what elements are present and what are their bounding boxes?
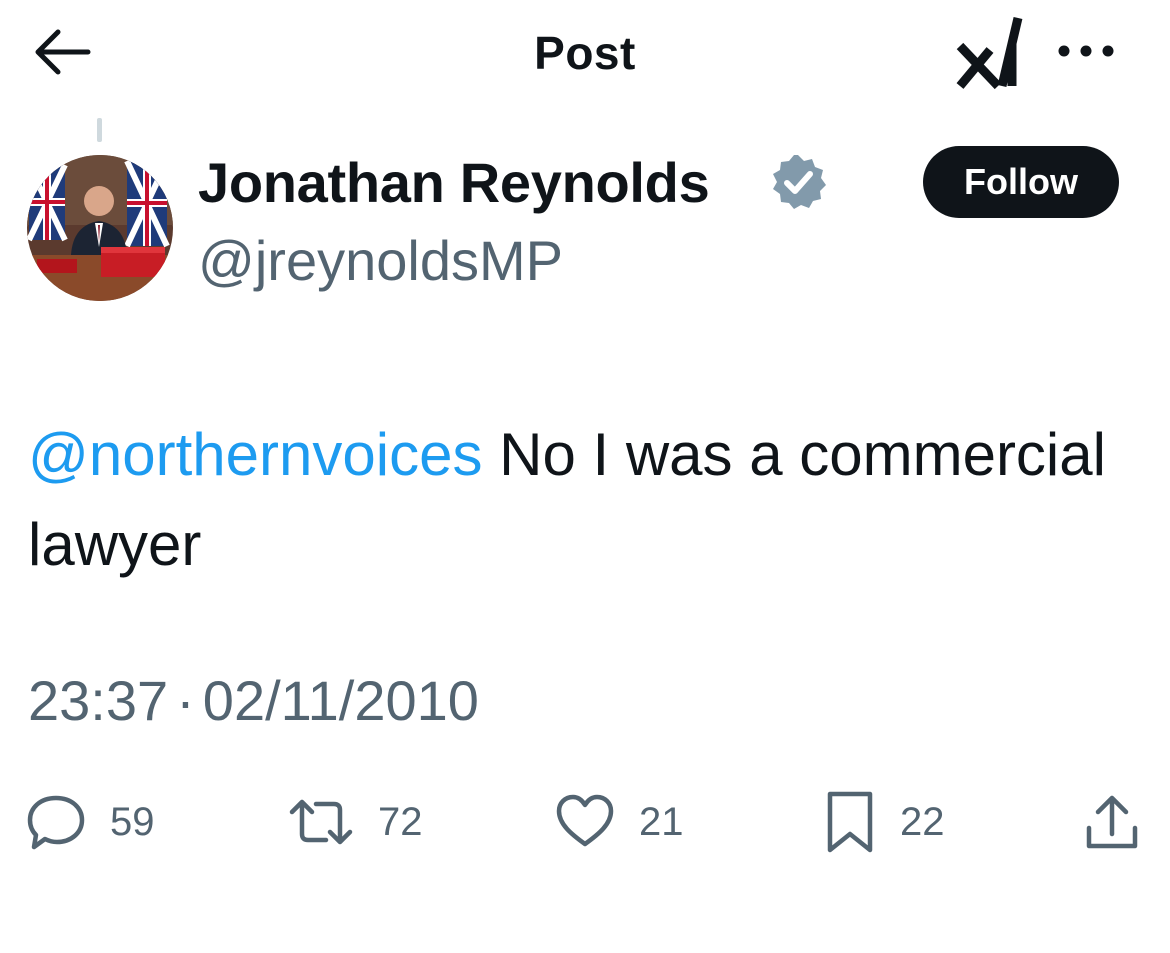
reply-icon — [27, 795, 85, 850]
reply-button[interactable]: 59 — [26, 790, 155, 854]
bookmark-count: 22 — [900, 799, 945, 844]
grok-button[interactable] — [956, 14, 1026, 90]
post-timestamp[interactable]: 23:37 · 02/11/2010 — [28, 668, 479, 733]
post-text: @northernvoices No I was a commercial la… — [28, 410, 1138, 590]
heart-icon — [556, 794, 614, 847]
post-date: 02/11/2010 — [202, 669, 479, 732]
bookmark-icon — [827, 791, 873, 853]
more-options-button[interactable] — [1056, 36, 1116, 66]
author-handle[interactable]: @jreynoldsMP — [198, 228, 563, 293]
share-icon — [1086, 795, 1138, 849]
share-button[interactable] — [1084, 790, 1140, 854]
reply-count: 59 — [110, 799, 155, 844]
avatar[interactable] — [27, 155, 173, 301]
follow-button[interactable]: Follow — [923, 146, 1119, 218]
xai-grok-icon — [956, 16, 1023, 90]
more-horizontal-icon — [1058, 45, 1114, 57]
profile-photo — [27, 155, 173, 301]
verified-badge-icon[interactable] — [768, 152, 828, 212]
like-count: 21 — [639, 799, 684, 844]
repost-icon — [289, 799, 353, 845]
mention-link[interactable]: @northernvoices — [28, 421, 482, 488]
top-bar: Post — [0, 0, 1170, 110]
post-time: 23:37 — [28, 669, 169, 732]
bookmark-button[interactable]: 22 — [824, 790, 945, 854]
like-button[interactable]: 21 — [555, 790, 684, 854]
timestamp-separator: · — [176, 669, 195, 732]
repost-count: 72 — [378, 799, 423, 844]
author-display-name[interactable]: Jonathan Reynolds — [198, 150, 710, 215]
repost-button[interactable]: 72 — [288, 790, 423, 854]
thread-connector-line — [97, 118, 102, 142]
